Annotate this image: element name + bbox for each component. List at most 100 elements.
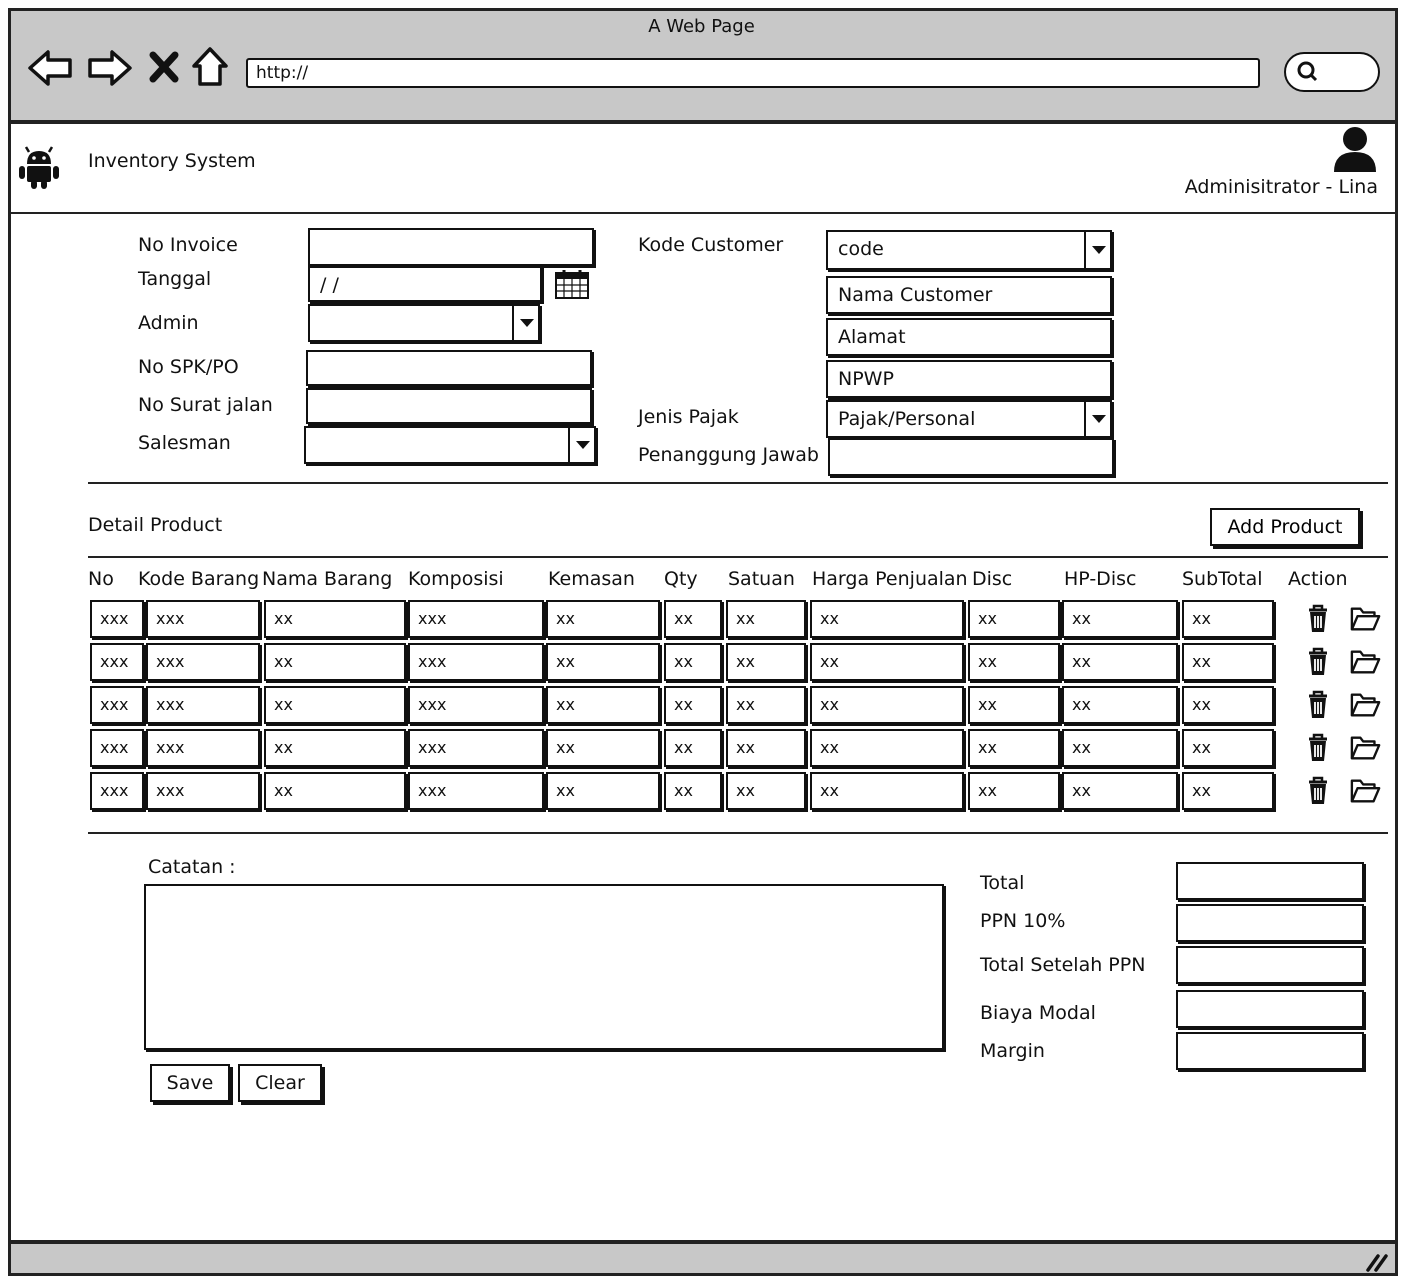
- table-cell[interactable]: xx: [264, 643, 406, 681]
- folder-open-icon[interactable]: [1350, 647, 1382, 677]
- home-icon[interactable]: [190, 44, 230, 88]
- table-cell[interactable]: xx: [726, 600, 806, 638]
- no-invoice-input[interactable]: [308, 228, 594, 266]
- table-cell[interactable]: xxx: [90, 729, 144, 767]
- user-icon[interactable]: [1330, 124, 1380, 174]
- folder-open-icon[interactable]: [1350, 604, 1382, 634]
- table-cell[interactable]: xxx: [408, 600, 544, 638]
- table-cell[interactable]: xx: [664, 600, 722, 638]
- trash-icon[interactable]: [1302, 776, 1334, 806]
- table-cell[interactable]: xx: [1182, 686, 1274, 724]
- table-cell[interactable]: xx: [726, 772, 806, 810]
- biaya-modal-field[interactable]: [1176, 990, 1364, 1028]
- table-cell[interactable]: xx: [664, 643, 722, 681]
- folder-open-icon[interactable]: [1350, 690, 1382, 720]
- forward-arrow-icon[interactable]: [84, 48, 134, 88]
- table-cell[interactable]: xxx: [146, 729, 260, 767]
- table-cell[interactable]: xx: [1182, 729, 1274, 767]
- trash-icon[interactable]: [1302, 690, 1334, 720]
- table-cell[interactable]: xx: [546, 643, 660, 681]
- folder-open-icon[interactable]: [1350, 733, 1382, 763]
- alamat-input[interactable]: Alamat: [826, 318, 1112, 356]
- chevron-down-icon: [1084, 402, 1110, 436]
- table-cell[interactable]: xx: [1062, 772, 1178, 810]
- table-cell[interactable]: xx: [264, 600, 406, 638]
- table-cell[interactable]: xxx: [146, 643, 260, 681]
- table-cell[interactable]: xxx: [146, 686, 260, 724]
- folder-open-icon[interactable]: [1350, 776, 1382, 806]
- table-cell[interactable]: xx: [546, 772, 660, 810]
- table-cell[interactable]: xx: [264, 772, 406, 810]
- table-cell[interactable]: xx: [968, 772, 1060, 810]
- table-cell[interactable]: xxx: [90, 600, 144, 638]
- table-cell[interactable]: xxx: [408, 772, 544, 810]
- back-arrow-icon[interactable]: [26, 48, 76, 88]
- table-cell[interactable]: xx: [546, 686, 660, 724]
- trash-icon[interactable]: [1302, 604, 1334, 634]
- table-cell[interactable]: xxx: [408, 686, 544, 724]
- table-cell[interactable]: xx: [1062, 729, 1178, 767]
- add-product-button[interactable]: Add Product: [1210, 508, 1360, 546]
- table-cell[interactable]: xx: [810, 600, 964, 638]
- no-surat-input[interactable]: [306, 388, 592, 424]
- table-cell[interactable]: xx: [1182, 643, 1274, 681]
- table-cell[interactable]: xx: [1182, 772, 1274, 810]
- table-cell[interactable]: xx: [726, 686, 806, 724]
- tanggal-input[interactable]: / /: [308, 266, 542, 302]
- kode-customer-select[interactable]: code: [826, 230, 1112, 270]
- trash-icon[interactable]: [1302, 647, 1334, 677]
- admin-label: Admin: [138, 312, 199, 334]
- table-cell[interactable]: xxx: [90, 772, 144, 810]
- penanggung-input[interactable]: [828, 438, 1114, 476]
- margin-field[interactable]: [1176, 1032, 1364, 1070]
- jenis-pajak-select[interactable]: Pajak/Personal: [826, 400, 1112, 438]
- resize-grip-icon[interactable]: [1364, 1250, 1390, 1272]
- user-name[interactable]: Adminisitrator - Lina: [1180, 176, 1378, 198]
- status-bar: [8, 1240, 1398, 1276]
- trash-icon[interactable]: [1302, 733, 1334, 763]
- npwp-input[interactable]: NPWP: [826, 360, 1112, 398]
- table-cell[interactable]: xx: [968, 600, 1060, 638]
- close-stop-icon[interactable]: [148, 50, 180, 84]
- table-cell[interactable]: xx: [1182, 600, 1274, 638]
- clear-button[interactable]: Clear: [238, 1064, 322, 1102]
- url-bar[interactable]: http://: [246, 58, 1260, 88]
- table-cell[interactable]: xx: [968, 729, 1060, 767]
- table-cell[interactable]: xxx: [408, 643, 544, 681]
- table-cell[interactable]: xxx: [90, 686, 144, 724]
- table-cell[interactable]: xx: [726, 643, 806, 681]
- table-cell[interactable]: xx: [726, 729, 806, 767]
- table-cell[interactable]: xxx: [408, 729, 544, 767]
- admin-select[interactable]: [308, 304, 540, 342]
- browser-search-box[interactable]: [1284, 52, 1380, 92]
- table-cell[interactable]: xx: [546, 729, 660, 767]
- table-cell[interactable]: xx: [1062, 600, 1178, 638]
- table-cell[interactable]: xxx: [146, 600, 260, 638]
- total-field[interactable]: [1176, 862, 1364, 900]
- table-cell[interactable]: xx: [664, 729, 722, 767]
- table-cell[interactable]: xx: [1062, 686, 1178, 724]
- table-cell[interactable]: xx: [664, 772, 722, 810]
- table-cell[interactable]: xxx: [146, 772, 260, 810]
- table-cell[interactable]: xx: [264, 729, 406, 767]
- table-cell[interactable]: xx: [810, 729, 964, 767]
- save-button[interactable]: Save: [150, 1064, 230, 1102]
- ppn-field[interactable]: [1176, 904, 1364, 942]
- table-cell[interactable]: xx: [546, 600, 660, 638]
- salesman-select[interactable]: [304, 426, 596, 464]
- table-cell[interactable]: xx: [810, 686, 964, 724]
- notes-textarea[interactable]: [144, 884, 944, 1050]
- table-cell[interactable]: xx: [968, 643, 1060, 681]
- margin-label: Margin: [980, 1040, 1045, 1062]
- total-ppn-field[interactable]: [1176, 946, 1364, 984]
- table-cell[interactable]: xx: [1062, 643, 1178, 681]
- table-cell[interactable]: xx: [664, 686, 722, 724]
- nama-customer-input[interactable]: Nama Customer: [826, 276, 1112, 314]
- table-cell[interactable]: xx: [968, 686, 1060, 724]
- table-cell[interactable]: xx: [810, 772, 964, 810]
- no-spk-input[interactable]: [306, 350, 592, 386]
- table-cell[interactable]: xx: [810, 643, 964, 681]
- calendar-icon[interactable]: [554, 268, 590, 300]
- table-cell[interactable]: xxx: [90, 643, 144, 681]
- table-cell[interactable]: xx: [264, 686, 406, 724]
